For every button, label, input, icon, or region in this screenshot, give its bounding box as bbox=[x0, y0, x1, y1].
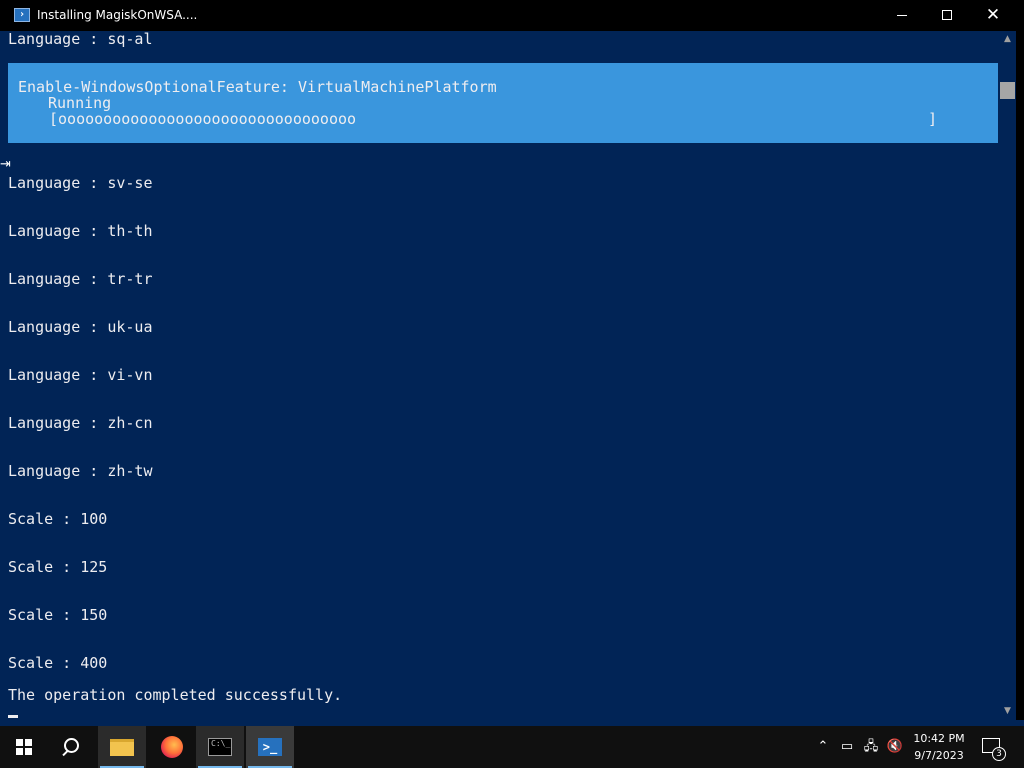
clock-time: 10:42 PM bbox=[913, 732, 965, 745]
console-line: Scale : 400 bbox=[8, 654, 108, 672]
window-border bbox=[1016, 31, 1024, 720]
command-prompt-icon: C:\_ bbox=[208, 738, 232, 756]
scroll-up-arrow-icon[interactable]: ▲ bbox=[999, 31, 1016, 48]
console-line: Scale : 125 bbox=[8, 558, 108, 576]
powershell-icon[interactable]: › bbox=[14, 8, 30, 22]
network-icon[interactable]: 🖧 bbox=[860, 726, 882, 768]
volume-muted-icon[interactable]: 🔇 bbox=[884, 726, 906, 768]
powershell-taskbar-button[interactable]: >_ bbox=[246, 726, 294, 768]
meet-now-icon[interactable]: ▭ bbox=[838, 726, 856, 768]
console-line: Language : sq-al bbox=[8, 31, 153, 48]
console-line-final: The operation completed successfully. bbox=[8, 686, 343, 704]
start-button[interactable] bbox=[0, 726, 48, 768]
console-line: Scale : 150 bbox=[8, 606, 108, 624]
console-line: Language : zh-cn bbox=[8, 414, 153, 432]
progress-bar-text: [ooooooooooooooooooooooooooooooooo bbox=[49, 110, 357, 128]
folder-icon bbox=[110, 739, 134, 756]
console-line: Language : th-th bbox=[8, 222, 153, 240]
file-explorer-button[interactable] bbox=[98, 726, 146, 768]
close-icon: ✕ bbox=[985, 5, 1001, 25]
tray-overflow-chevron-icon[interactable]: ⌃ bbox=[812, 726, 834, 768]
notification-count-badge: 3 bbox=[992, 747, 1006, 761]
progress-bar-end: ] bbox=[928, 110, 938, 128]
progress-panel: Enable-WindowsOptionalFeature: VirtualMa… bbox=[8, 63, 998, 143]
taskbar: C:\_ >_ ⌃ ▭ 🖧 🔇 10:42 PM 9/7/2023 3 bbox=[0, 726, 1024, 768]
console-line: Language : vi-vn bbox=[8, 366, 153, 384]
console-line: Language : zh-tw bbox=[8, 462, 153, 480]
search-button[interactable] bbox=[48, 726, 96, 768]
vertical-scrollbar[interactable]: ▲ ▼ bbox=[999, 31, 1016, 720]
console-line: Scale : 100 bbox=[8, 510, 108, 528]
resize-cursor-icon: ⇥ bbox=[0, 157, 11, 172]
minimize-button[interactable] bbox=[879, 0, 925, 31]
start-icon bbox=[16, 739, 32, 755]
maximize-icon bbox=[942, 10, 952, 20]
title-bar[interactable]: › Installing MagiskOnWSA.... ✕ bbox=[0, 0, 1024, 31]
console-line: Language : sv-se bbox=[8, 174, 153, 192]
firefox-button[interactable] bbox=[148, 726, 196, 768]
powershell-icon: >_ bbox=[258, 738, 282, 756]
console-line: Language : tr-tr bbox=[8, 270, 153, 288]
firefox-icon bbox=[161, 736, 183, 758]
scroll-down-arrow-icon[interactable]: ▼ bbox=[999, 703, 1016, 720]
console-output[interactable]: Language : sq-al Enable-WindowsOptionalF… bbox=[0, 31, 999, 720]
clock-date: 9/7/2023 bbox=[914, 749, 964, 762]
scrollbar-thumb[interactable] bbox=[1000, 82, 1015, 99]
maximize-button[interactable] bbox=[924, 0, 970, 31]
window-title: Installing MagiskOnWSA.... bbox=[37, 8, 198, 22]
close-button[interactable]: ✕ bbox=[970, 0, 1016, 31]
minimize-icon bbox=[897, 15, 907, 16]
system-clock[interactable]: 10:42 PM 9/7/2023 bbox=[908, 730, 970, 764]
command-prompt-button[interactable]: C:\_ bbox=[196, 726, 244, 768]
text-cursor bbox=[8, 715, 18, 718]
console-line: Language : uk-ua bbox=[8, 318, 153, 336]
